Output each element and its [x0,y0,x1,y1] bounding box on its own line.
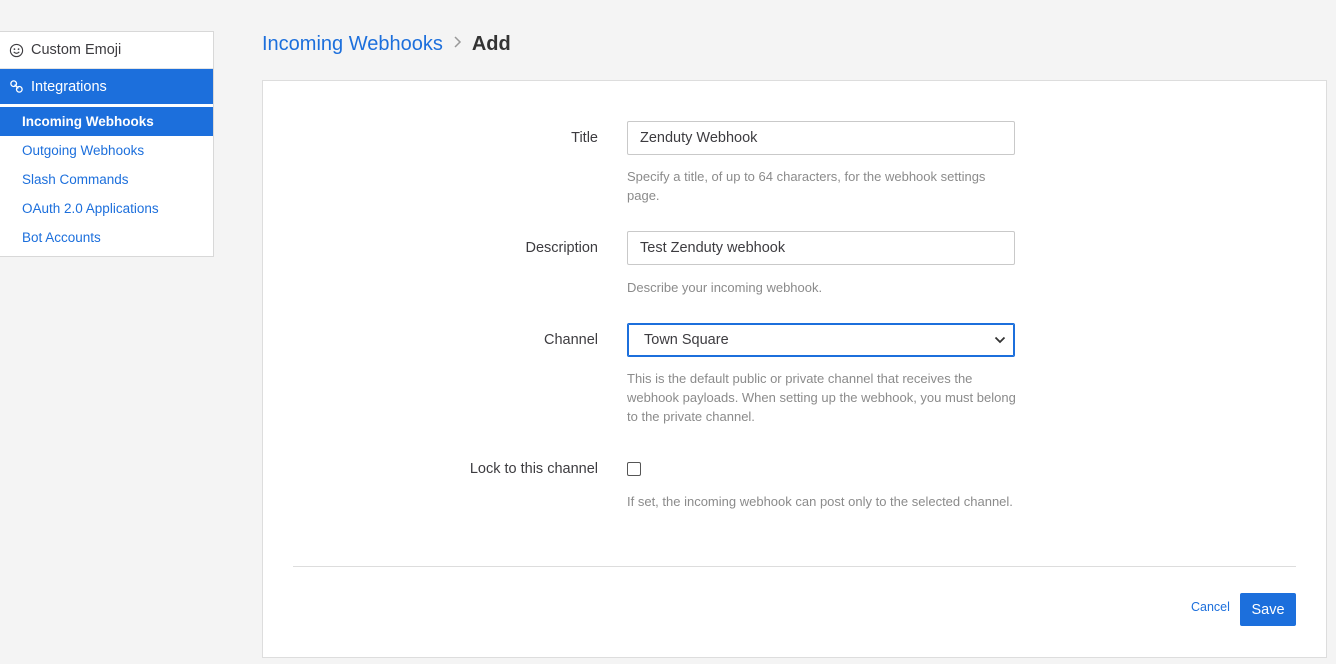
lock-channel-checkbox[interactable] [627,462,641,476]
sidebar-item-bot-accounts[interactable]: Bot Accounts [0,223,213,252]
integrations-submenu: Incoming Webhooks Outgoing Webhooks Slas… [0,105,213,256]
save-button[interactable]: Save [1240,593,1296,626]
sidebar-item-oauth-applications[interactable]: OAuth 2.0 Applications [0,194,213,223]
sidebar-item-incoming-webhooks[interactable]: Incoming Webhooks [0,107,213,136]
sidebar-section-integrations[interactable]: Integrations [0,69,213,105]
sidebar-item-outgoing-webhooks[interactable]: Outgoing Webhooks [0,136,213,165]
sidebar: Custom Emoji Integrations Incoming Webho… [0,31,214,257]
breadcrumb: Incoming Webhooks Add [262,30,511,58]
title-label: Title [571,130,598,146]
breadcrumb-parent-link[interactable]: Incoming Webhooks [262,33,443,56]
sidebar-section-custom-emoji[interactable]: Custom Emoji [0,32,213,69]
sidebar-section-label: Integrations [31,78,107,95]
webhook-form-panel: Title Specify a title, of up to 64 chara… [262,80,1327,658]
title-input[interactable] [627,121,1015,155]
channel-label: Channel [543,332,598,348]
channel-select[interactable]: Town Square [627,323,1015,357]
channel-help-text: This is the default public or private ch… [627,371,1016,424]
description-label: Description [525,240,598,256]
description-input[interactable] [627,231,1015,265]
lock-channel-label: Lock to this channel [469,461,598,477]
chevron-down-icon [994,332,1006,348]
cancel-link[interactable]: Cancel [1191,600,1230,614]
sidebar-section-label: Custom Emoji [31,42,122,58]
title-help-text: Specify a title, of up to 64 characters,… [627,169,986,203]
sidebar-item-slash-commands[interactable]: Slash Commands [0,165,213,194]
link-icon [8,79,24,95]
lock-channel-help-text: If set, the incoming webhook can post on… [627,494,1013,509]
description-help-text: Describe your incoming webhook. [627,280,823,295]
channel-selected-value: Town Square [644,332,729,348]
page-title: Add [471,32,511,55]
chevron-right-icon [453,35,462,54]
form-divider [293,566,1296,567]
smiley-icon [8,42,24,58]
